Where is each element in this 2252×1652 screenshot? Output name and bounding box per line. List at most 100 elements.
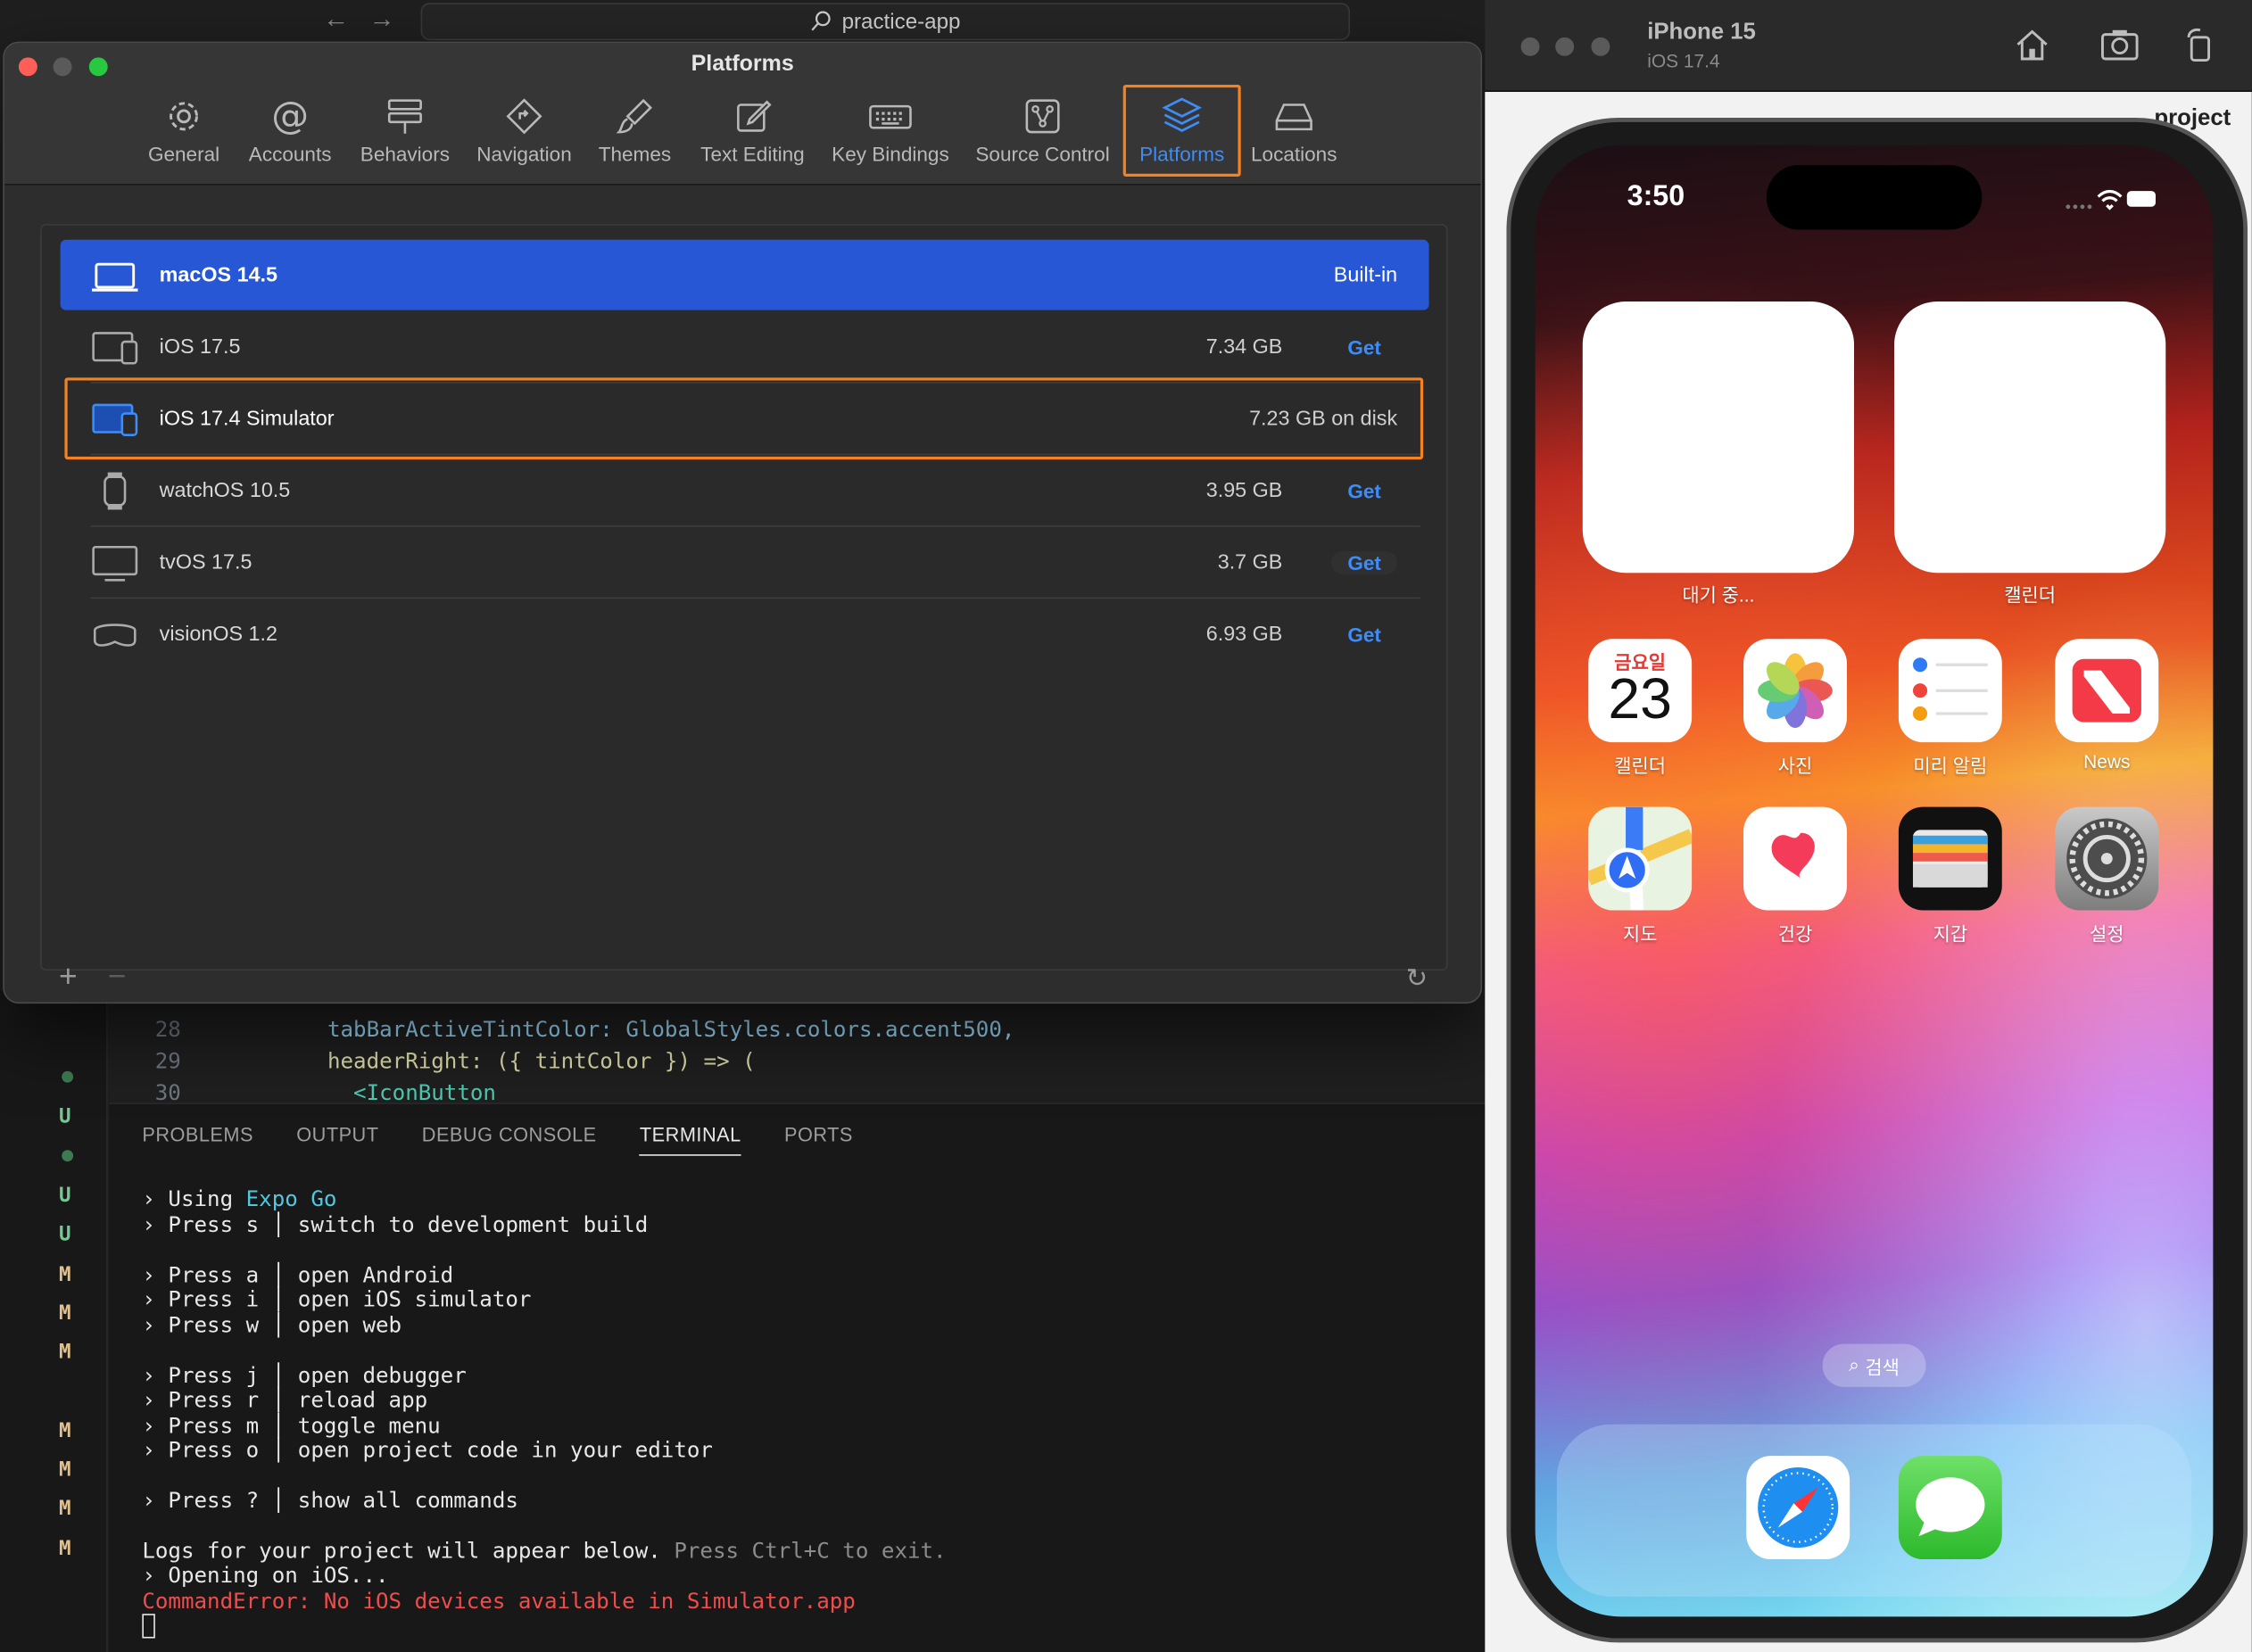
terminal-line: › Press w │ open web <box>142 1312 402 1339</box>
tab-label: Accounts <box>248 142 332 166</box>
back-arrow-icon[interactable]: ← <box>323 4 349 35</box>
reminders-list-icon <box>1912 657 1988 722</box>
home-icon[interactable] <box>2014 26 2051 63</box>
get-button[interactable]: Get <box>1331 623 1397 646</box>
platform-size: 7.34 GB <box>1205 335 1283 359</box>
status-time: 3:50 <box>1627 180 1685 213</box>
platform-name: tvOS 17.5 <box>159 550 253 574</box>
panel-tabs: PROBLEMS OUTPUT DEBUG CONSOLE TERMINAL P… <box>142 1124 853 1156</box>
news-app-icon[interactable] <box>2055 639 2159 743</box>
search-text: practice-app <box>841 9 961 34</box>
tab-navigation[interactable]: Navigation <box>471 95 577 175</box>
widget-calendar[interactable] <box>1894 301 2166 574</box>
settings-window: Platforms General @ Accounts Behaviors N… <box>3 41 1483 1004</box>
rotate-icon[interactable] <box>2183 26 2218 63</box>
app-label: 지도 <box>1622 922 1658 946</box>
health-app-icon[interactable] <box>1743 806 1847 911</box>
platform-name: iOS 17.5 <box>159 335 241 359</box>
status-icons <box>2066 189 2157 211</box>
vscode-titlebar: ← → practice-app <box>0 0 1494 44</box>
platform-row-ios[interactable]: iOS 17.5 7.34 GB Get <box>61 311 1429 382</box>
tab-behaviors[interactable]: Behaviors <box>356 95 453 175</box>
get-button[interactable]: Get <box>1331 479 1397 502</box>
platform-size: 3.95 GB <box>1205 478 1283 502</box>
add-platform-button[interactable]: + <box>59 958 78 995</box>
calendar-app-icon[interactable]: 금요일 23 <box>1588 639 1693 743</box>
line-number: 28 <box>154 1016 181 1043</box>
reminders-app-icon[interactable] <box>1898 639 2002 743</box>
svg-text:@: @ <box>271 95 309 136</box>
tab-problems[interactable]: PROBLEMS <box>142 1124 253 1155</box>
safari-app-icon[interactable] <box>1746 1456 1850 1560</box>
app-label: 설정 <box>2090 922 2124 946</box>
screenshot-icon[interactable] <box>2099 26 2140 63</box>
terminal-text: Logs for your project will appear below. <box>142 1537 675 1564</box>
tab-themes[interactable]: Themes <box>594 95 675 175</box>
refresh-icon[interactable]: ↻ <box>1406 963 1428 994</box>
code-text: headerRight: ({ tintColor }) => ( <box>327 1048 756 1074</box>
app-label: 미리 알림 <box>1913 755 1988 777</box>
ios-device-icon <box>92 331 138 364</box>
code-line: tabBarActiveTintColor: GlobalStyles.colo… <box>327 1017 1014 1043</box>
pencil-icon <box>737 100 772 132</box>
terminal-text: › Using <box>142 1185 246 1212</box>
platform-row-macos[interactable]: macOS 14.5 Built-in <box>60 239 1429 310</box>
command-center-search[interactable]: practice-app <box>420 3 1351 41</box>
search-icon: ⌕ <box>1849 1353 1859 1375</box>
get-button[interactable]: Get <box>1331 550 1398 574</box>
search-label: 검색 <box>1865 1356 1900 1378</box>
tab-label: Behaviors <box>360 142 451 166</box>
tab-locations[interactable]: Locations <box>1246 95 1341 175</box>
git-modified-mark: M <box>58 1341 71 1365</box>
iphone-screen[interactable]: 3:50 대기 중... 캘린더 금요일 23 캘린더 사진 미리 알림 New… <box>1535 145 2214 1617</box>
code-editor[interactable]: 28 tabBarActiveTintColor: GlobalStyles.c… <box>0 990 1505 1106</box>
tab-text-editing[interactable]: Text Editing <box>695 95 810 175</box>
close-window-button[interactable] <box>1520 37 1540 56</box>
bottom-panel: PROBLEMS OUTPUT DEBUG CONSOLE TERMINAL P… <box>109 1103 1505 1652</box>
git-modified-mark: M <box>58 1301 71 1326</box>
git-modified-mark: M <box>58 1537 71 1561</box>
tab-ports[interactable]: PORTS <box>784 1124 853 1155</box>
platform-row-tvos[interactable]: tvOS 17.5 3.7 GB Get <box>61 527 1429 598</box>
tab-label: Themes <box>598 142 672 166</box>
messages-app-icon[interactable] <box>1898 1456 2002 1560</box>
git-untracked-mark: U <box>58 1223 71 1247</box>
simulator-row-highlight-box <box>64 377 1424 460</box>
tab-label: General <box>147 142 220 166</box>
navigation-icon <box>506 98 542 135</box>
tab-source-control[interactable]: Source Control <box>971 95 1114 175</box>
tab-debug-console[interactable]: DEBUG CONSOLE <box>422 1124 597 1155</box>
widget-waiting[interactable] <box>1582 301 1854 574</box>
git-dot <box>62 1070 74 1083</box>
platform-name: visionOS 1.2 <box>159 622 278 646</box>
at-icon: @ <box>271 95 309 136</box>
platform-name: macOS 14.5 <box>159 263 278 287</box>
tab-key-bindings[interactable]: Key Bindings <box>827 95 954 175</box>
app-label: News <box>2083 750 2131 772</box>
tab-general[interactable]: General <box>146 95 221 175</box>
tab-output[interactable]: OUTPUT <box>296 1124 378 1155</box>
minimize-window-button[interactable] <box>1555 37 1575 56</box>
platform-row-watchos[interactable]: watchOS 10.5 3.95 GB Get <box>61 455 1429 525</box>
remove-platform-button[interactable]: − <box>108 958 127 995</box>
platform-name: watchOS 10.5 <box>159 478 291 502</box>
photos-app-icon[interactable] <box>1743 639 1847 743</box>
tab-terminal[interactable]: TERMINAL <box>639 1124 741 1156</box>
settings-app-icon[interactable] <box>2055 806 2159 911</box>
zoom-window-button[interactable] <box>1591 37 1610 56</box>
forward-arrow-icon[interactable]: → <box>369 4 395 35</box>
terminal-line: › Press i │ open iOS simulator <box>142 1286 532 1313</box>
code-text: <IconButton <box>327 1079 496 1106</box>
home-search-button[interactable]: ⌕ 검색 <box>1822 1343 1926 1387</box>
calendar-day-number: 23 <box>1608 667 1672 731</box>
get-button[interactable]: Get <box>1331 335 1397 359</box>
terminal-cursor[interactable] <box>142 1614 155 1639</box>
platform-row-visionos[interactable]: visionOS 1.2 6.93 GB Get <box>61 599 1429 669</box>
terminal-line: › Press o │ open project code in your ed… <box>142 1437 713 1464</box>
tab-label: Source Control <box>975 142 1110 166</box>
terminal-line: › Using Expo Go <box>142 1185 336 1212</box>
maps-app-icon[interactable] <box>1588 806 1693 911</box>
news-logo-icon <box>2072 658 2141 723</box>
tab-accounts[interactable]: @ Accounts <box>244 95 336 175</box>
wallet-app-icon[interactable] <box>1898 806 2002 911</box>
